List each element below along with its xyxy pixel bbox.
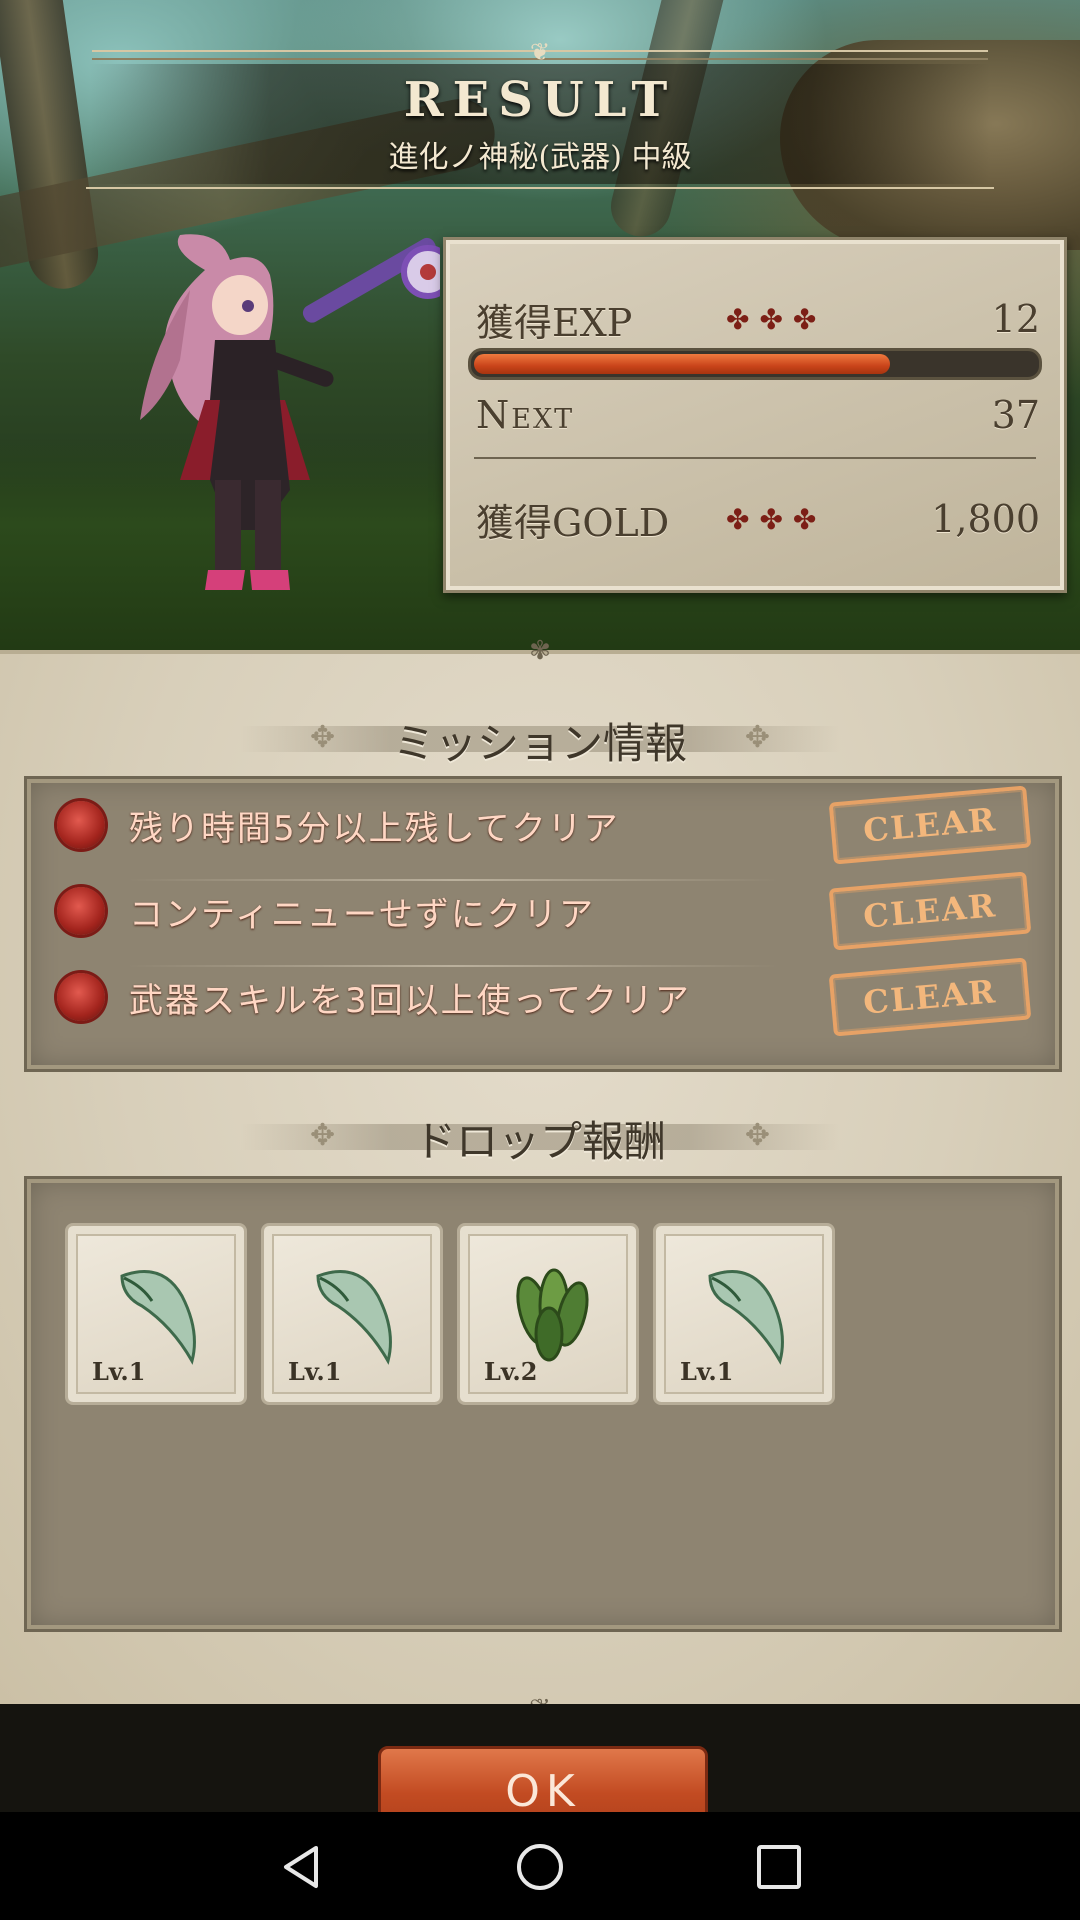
exp-value: 12 [991,297,1040,341]
exp-progress-bar [468,348,1042,380]
system-navigation-bar [0,1812,1080,1920]
drop-item[interactable]: Lv.1 [261,1223,443,1405]
rose-icon [57,887,105,935]
next-value: 37 [991,393,1040,437]
item-level: Lv.1 [92,1357,146,1386]
next-row: Next 37 [476,390,1040,440]
drop-list: Lv.1 Lv.1 Lv.2 Lv.1 [24,1176,1062,1632]
ornament-icon: ✥ [744,1118,770,1153]
forest-background: ❦ RESULT 進化ノ神秘(武器) 中級 獲得EXP ✤✤✤ 12 Next … [0,0,1080,650]
rose-icon [57,973,105,1021]
drop-item[interactable]: Lv.1 [653,1223,835,1405]
decor-crosses: ✤✤✤ [726,302,827,336]
ok-button[interactable]: OK [378,1746,708,1812]
clear-stamp: CLEAR [828,871,1032,951]
recents-icon[interactable] [754,1842,804,1892]
mission-item: 武器スキルを3回以上使ってクリア CLEAR [57,955,1032,1039]
exp-progress-fill [474,354,890,374]
mission-item: コンティニューせずにクリア CLEAR [57,869,1032,953]
lotus-ornament-icon: ✾ [529,636,551,666]
rose-icon [57,801,105,849]
stats-panel: 獲得EXP ✤✤✤ 12 Next 37 獲得GOLD ✤✤✤ 1,800 [443,237,1067,593]
stage-name: 進化ノ神秘(武器) 中級 [388,140,692,175]
ornament-icon: ✥ [744,720,770,755]
character-sprite [140,234,440,590]
footer: OK [0,1704,1080,1812]
leaf-cluster-icon [516,1268,589,1362]
mission-list: 残り時間5分以上残してクリア CLEAR コンティニューせずにクリア CLEAR… [24,776,1062,1072]
gold-row: 獲得GOLD ✤✤✤ 1,800 [476,494,1040,545]
exp-label: 獲得EXP [476,300,633,345]
clear-stamp: CLEAR [828,785,1032,865]
drop-header: ✥ ドロップ報酬 ✥ [240,1104,840,1166]
home-icon[interactable] [515,1842,565,1892]
item-level: Lv.1 [288,1357,342,1386]
back-icon[interactable] [276,1842,326,1892]
title-frame-line [86,187,994,189]
item-level: Lv.1 [680,1357,734,1386]
mission-item: 残り時間5分以上残してクリア CLEAR [57,783,1032,867]
next-label: Next [476,393,575,437]
clear-stamp: CLEAR [828,957,1032,1037]
mission-header: ✥ ミッション情報 ✥ [240,706,840,768]
result-title: RESULT [403,72,677,128]
exp-row: 獲得EXP ✤✤✤ 12 [476,294,1040,345]
mission-text: 武器スキルを3回以上使ってクリア [129,980,691,1021]
drop-item[interactable]: Lv.2 [457,1223,639,1405]
gold-label: 獲得GOLD [476,500,670,545]
ornament-icon: ❦ [529,38,551,66]
claw-icon [708,1270,784,1365]
item-level: Lv.2 [484,1357,538,1386]
mission-text: 残り時間5分以上残してクリア [129,808,620,849]
gold-value: 1,800 [931,497,1040,541]
claw-icon [316,1270,392,1365]
mission-text: コンティニューせずにクリア [129,894,595,935]
drop-item[interactable]: Lv.1 [65,1223,247,1405]
claw-icon [120,1270,196,1365]
divider [474,457,1036,459]
decor-crosses: ✤✤✤ [726,502,827,536]
